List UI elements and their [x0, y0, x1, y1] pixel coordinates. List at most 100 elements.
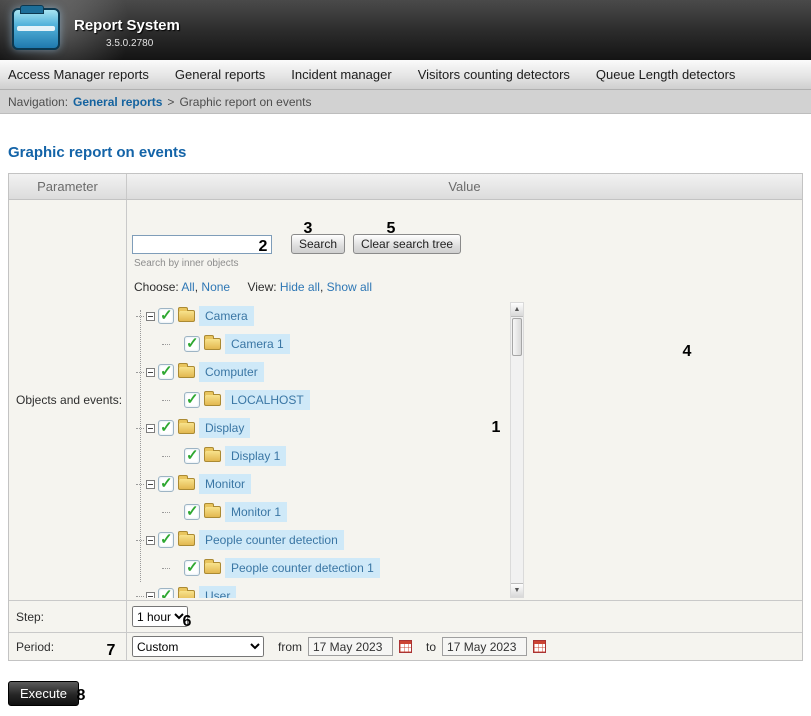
- tree-node-computer[interactable]: Computer: [132, 358, 524, 386]
- menu-item-incident-manager[interactable]: Incident manager: [278, 60, 404, 90]
- tree-node-label[interactable]: LOCALHOST: [225, 390, 310, 410]
- folder-icon: [204, 506, 221, 518]
- objects-tree: Camera Camera 1: [132, 302, 524, 598]
- tree-node-monitor[interactable]: Monitor: [132, 470, 524, 498]
- from-date-input[interactable]: [308, 637, 393, 656]
- period-type-select[interactable]: Custom: [132, 636, 264, 657]
- menu-item-queue-length-detectors[interactable]: Queue Length detectors: [583, 60, 749, 90]
- tree-node-label[interactable]: Computer: [199, 362, 264, 382]
- comma-separator: ,: [195, 280, 198, 294]
- tree-node-label[interactable]: Camera 1: [225, 334, 290, 354]
- checkbox-checked-icon[interactable]: [158, 308, 174, 324]
- step-row: Step: 1 hour: [9, 600, 802, 632]
- tree-node-label[interactable]: Camera: [199, 306, 254, 326]
- choose-none-link[interactable]: None: [201, 280, 230, 294]
- checkbox-checked-icon[interactable]: [184, 560, 200, 576]
- expander-icon[interactable]: [146, 424, 155, 433]
- view-hide-all-link[interactable]: Hide all: [280, 280, 320, 294]
- expander-icon[interactable]: [146, 592, 155, 599]
- tree-node-label[interactable]: Display: [199, 418, 250, 438]
- period-value-cell: Custom from to: [127, 633, 802, 660]
- tree-node-people-counter-detection-1[interactable]: People counter detection 1: [132, 554, 524, 582]
- step-value-cell: 1 hour: [127, 601, 802, 632]
- scrollbar-thumb[interactable]: [512, 318, 522, 356]
- tree-node-display[interactable]: Display: [132, 414, 524, 442]
- search-hint: Search by inner objects: [134, 258, 802, 269]
- to-date-input[interactable]: [442, 637, 527, 656]
- calendar-icon[interactable]: [399, 640, 412, 653]
- expander-icon[interactable]: [146, 368, 155, 377]
- checkbox-checked-icon[interactable]: [158, 420, 174, 436]
- expander-icon[interactable]: [146, 480, 155, 489]
- folder-icon: [178, 422, 195, 434]
- checkbox-checked-icon[interactable]: [184, 336, 200, 352]
- view-show-all-link[interactable]: Show all: [327, 280, 372, 294]
- menu-item-visitors-counting-detectors[interactable]: Visitors counting detectors: [405, 60, 583, 90]
- calendar-icon[interactable]: [533, 640, 546, 653]
- folder-icon: [204, 562, 221, 574]
- breadcrumb-prefix: Navigation:: [8, 95, 68, 109]
- checkbox-checked-icon[interactable]: [158, 532, 174, 548]
- tree-node-label[interactable]: Monitor 1: [225, 502, 287, 522]
- tree-node-label[interactable]: Monitor: [199, 474, 251, 494]
- clear-search-tree-button[interactable]: Clear search tree: [353, 234, 461, 254]
- folder-icon: [178, 310, 195, 322]
- tree-list: Camera Camera 1: [132, 302, 524, 598]
- folder-icon: [204, 450, 221, 462]
- from-label: from: [278, 640, 302, 654]
- tree-node-label[interactable]: People counter detection: [199, 530, 344, 550]
- tree-node-people-counter-detection[interactable]: People counter detection: [132, 526, 524, 554]
- tree-connector: [136, 428, 144, 429]
- tree-node-label[interactable]: User: [199, 586, 236, 598]
- tree-connector: [162, 344, 170, 345]
- tree-node-user[interactable]: User: [132, 582, 524, 598]
- execute-button[interactable]: Execute: [8, 681, 79, 706]
- parameter-table: Parameter Value Objects and events: Sear…: [8, 173, 803, 661]
- period-label: Period:: [9, 633, 127, 660]
- checkbox-checked-icon[interactable]: [158, 364, 174, 380]
- folder-icon: [178, 366, 195, 378]
- objects-and-events-value: Search Clear search tree Search by inner…: [127, 200, 802, 600]
- tree-scrollbar[interactable]: ▲ ▼: [510, 302, 524, 598]
- expander-icon[interactable]: [146, 312, 155, 321]
- scroll-up-icon[interactable]: ▲: [511, 303, 523, 317]
- tree-connector: [162, 400, 170, 401]
- app-title: Report System: [74, 17, 180, 34]
- checkbox-checked-icon[interactable]: [184, 392, 200, 408]
- page-title: Graphic report on events: [8, 144, 811, 161]
- search-input[interactable]: [132, 235, 272, 254]
- app-header: Report System 3.5.0.2780: [0, 0, 811, 60]
- folder-icon: [178, 534, 195, 546]
- step-label: Step:: [9, 601, 127, 632]
- tree-node-display-1[interactable]: Display 1: [132, 442, 524, 470]
- choose-all-link[interactable]: All: [181, 280, 194, 294]
- tree-node-label[interactable]: People counter detection 1: [225, 558, 380, 578]
- tree-connector: [136, 596, 144, 597]
- menu-item-access-manager-reports[interactable]: Access Manager reports: [8, 60, 162, 90]
- tree-node-camera-1[interactable]: Camera 1: [132, 330, 524, 358]
- search-button[interactable]: Search: [291, 234, 345, 254]
- breadcrumb: Navigation: General reports > Graphic re…: [0, 90, 811, 114]
- expander-icon[interactable]: [146, 536, 155, 545]
- menu-item-general-reports[interactable]: General reports: [162, 60, 278, 90]
- view-label: View:: [247, 280, 276, 294]
- checkbox-checked-icon[interactable]: [158, 476, 174, 492]
- choose-label: Choose:: [134, 280, 179, 294]
- folder-icon: [178, 478, 195, 490]
- to-label: to: [426, 640, 436, 654]
- app-version: 3.5.0.2780: [106, 38, 153, 49]
- checkbox-checked-icon[interactable]: [184, 448, 200, 464]
- tree-node-localhost[interactable]: LOCALHOST: [132, 386, 524, 414]
- checkbox-checked-icon[interactable]: [184, 504, 200, 520]
- breadcrumb-current: Graphic report on events: [179, 95, 311, 109]
- scroll-down-icon[interactable]: ▼: [511, 583, 523, 597]
- tree-node-monitor-1[interactable]: Monitor 1: [132, 498, 524, 526]
- tree-node-label[interactable]: Display 1: [225, 446, 286, 466]
- checkbox-checked-icon[interactable]: [158, 588, 174, 598]
- report-system-page: Report System 3.5.0.2780 Access Manager …: [0, 0, 811, 716]
- breadcrumb-link-general-reports[interactable]: General reports: [73, 95, 162, 109]
- period-row: Period: Custom from to: [9, 632, 802, 660]
- tree-node-camera[interactable]: Camera: [132, 302, 524, 330]
- tree-connector: [136, 372, 144, 373]
- step-select[interactable]: 1 hour: [132, 606, 188, 627]
